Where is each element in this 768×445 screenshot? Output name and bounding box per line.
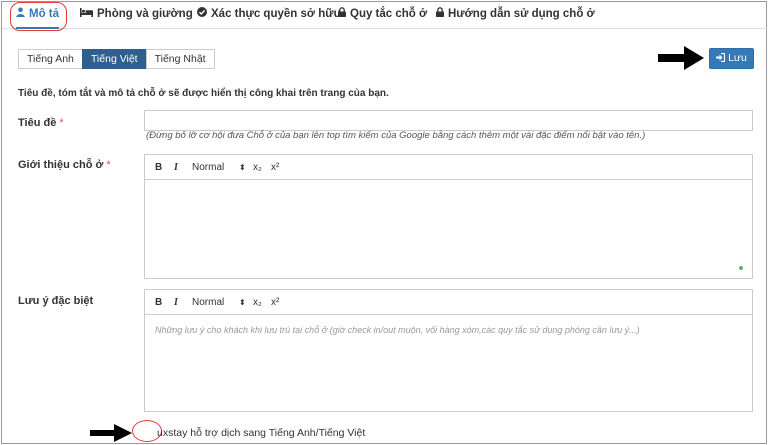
title-input[interactable] <box>144 110 753 131</box>
chevron-updown-icon: ⬍ <box>239 298 246 307</box>
translate-checkbox[interactable] <box>142 427 153 438</box>
title-label: Tiêu đề * <box>18 117 64 129</box>
special-notes-editor: B I Normal ⬍ x₂ x² Những lưu ý cho khách… <box>144 289 753 412</box>
tab-label: Hướng dẫn sử dụng chỗ ở <box>448 8 595 20</box>
italic-button[interactable]: I <box>174 155 178 180</box>
page-frame: Mô tả Phòng và giường Xác thực quyền sở … <box>1 1 768 444</box>
lang-vietnamese-button[interactable]: Tiếng Việt <box>81 49 147 69</box>
status-dot <box>739 266 743 270</box>
format-select[interactable]: Normal <box>192 155 224 180</box>
lock-icon <box>436 3 444 27</box>
chevron-updown-icon: ⬍ <box>239 163 246 172</box>
subscript-button[interactable]: x₂ <box>253 155 262 180</box>
check-circle-icon <box>197 3 207 27</box>
lang-english-button[interactable]: Tiếng Anh <box>18 49 83 69</box>
special-notes-label: Lưu ý đặc biệt <box>18 295 94 307</box>
subscript-button[interactable]: x₂ <box>253 290 262 315</box>
tab-label: Xác thực quyền sở hữu <box>211 8 341 20</box>
tab-rooms-beds[interactable]: Phòng và giường <box>80 2 193 28</box>
bed-icon <box>80 3 93 27</box>
top-tabs: Mô tả Phòng và giường Xác thực quyền sở … <box>2 2 768 29</box>
translate-note: uxstay hỗ trợ dịch sang Tiếng Anh/Tiếng … <box>157 427 366 439</box>
required-mark: * <box>106 159 111 171</box>
annotation-arrow-icon <box>658 46 704 70</box>
bold-button[interactable]: B <box>155 290 162 315</box>
annotation-circle <box>10 2 67 31</box>
italic-button[interactable]: I <box>174 290 178 315</box>
tab-label: Quy tắc chỗ ở <box>350 8 428 20</box>
lock-icon <box>338 3 346 27</box>
editor-toolbar: B I Normal ⬍ x₂ x² <box>145 155 752 180</box>
save-button[interactable]: Lưu <box>709 48 754 69</box>
superscript-button[interactable]: x² <box>271 290 279 315</box>
format-select[interactable]: Normal <box>192 290 224 315</box>
required-mark: * <box>59 117 64 129</box>
save-label: Lưu <box>728 52 747 64</box>
tab-label: Phòng và giường <box>97 8 193 20</box>
description-label: Giới thiệu chỗ ở * <box>18 159 111 171</box>
editor-toolbar: B I Normal ⬍ x₂ x² <box>145 290 752 315</box>
annotation-arrow-icon <box>90 424 132 442</box>
tab-ownership-verification[interactable]: Xác thực quyền sở hữu <box>197 2 341 28</box>
title-hint: (Đừng bỏ lỡ cơ hội đưa Chỗ ở của bạn lên… <box>146 130 646 141</box>
special-notes-placeholder: Những lưu ý cho khách khi lưu trú tại ch… <box>155 325 640 335</box>
description-editor: B I Normal ⬍ x₂ x² <box>144 154 753 279</box>
sign-in-icon <box>716 52 728 64</box>
bold-button[interactable]: B <box>155 155 162 180</box>
special-notes-content[interactable]: Những lưu ý cho khách khi lưu trú tại ch… <box>145 316 752 411</box>
description-content[interactable] <box>145 181 752 278</box>
language-switcher: Tiếng Anh Tiếng Việt Tiếng Nhật <box>18 49 215 69</box>
tab-usage-guide[interactable]: Hướng dẫn sử dụng chỗ ở <box>436 2 595 28</box>
intro-text: Tiêu đề, tóm tắt và mô tả chỗ ở sẽ được … <box>18 88 389 99</box>
superscript-button[interactable]: x² <box>271 155 279 180</box>
tab-house-rules[interactable]: Quy tắc chỗ ở <box>338 2 427 28</box>
lang-japanese-button[interactable]: Tiếng Nhật <box>145 49 215 69</box>
